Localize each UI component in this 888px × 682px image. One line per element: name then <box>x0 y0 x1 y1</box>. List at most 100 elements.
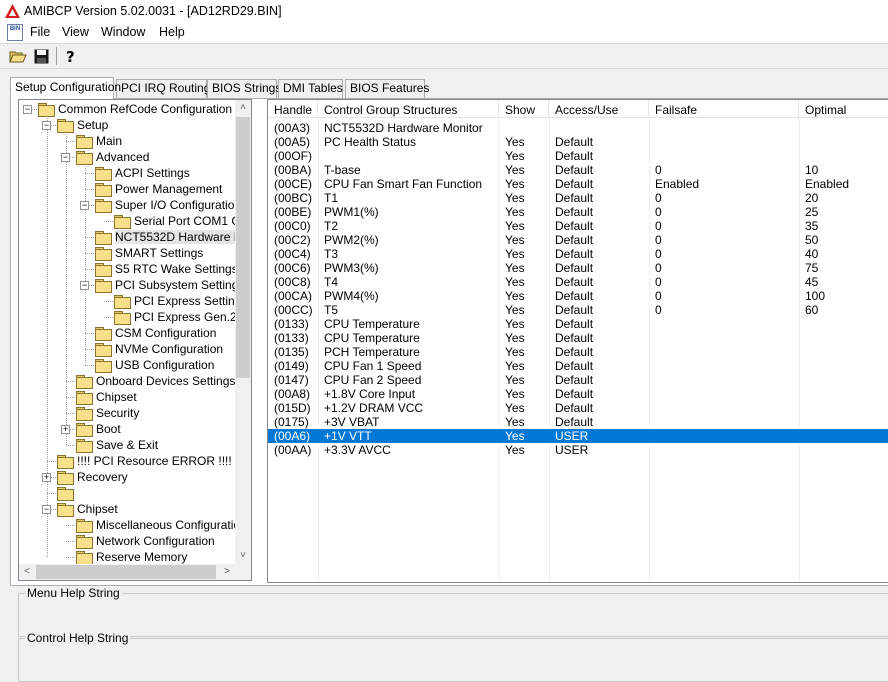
table-row[interactable]: (00BA) T-base Yes Default 0 10 <box>268 163 888 177</box>
tab-dmi-tables[interactable]: DMI Tables <box>278 79 343 98</box>
cell-optimal[interactable]: 25 <box>799 205 818 219</box>
menu-window[interactable]: Window <box>101 25 145 39</box>
cell-failsafe[interactable] <box>649 401 655 415</box>
table-row[interactable]: (00C2) PWM2(%) Yes Default 0 50 <box>268 233 888 247</box>
cell-access-use[interactable]: Default <box>549 247 593 261</box>
table-row[interactable]: (00CE) CPU Fan Smart Fan Function Yes Defau… <box>268 177 888 191</box>
cell-access-use[interactable]: Default <box>549 373 593 387</box>
cell-access-use[interactable]: Default <box>549 387 593 401</box>
table-row[interactable]: (00BC) T1 Yes Default 0 20 <box>268 191 888 205</box>
table-row[interactable]: (0175) +3V VBAT Yes Default <box>268 415 888 429</box>
cell-optimal[interactable] <box>799 135 805 149</box>
tree-item[interactable]: Setup <box>57 117 108 133</box>
table-row[interactable]: (00C4) T3 Yes Default 0 40 <box>268 247 888 261</box>
column-header-optimal[interactable]: Optimal <box>799 100 888 118</box>
cell-show[interactable]: Yes <box>499 429 525 443</box>
tree-horizontal-scrollbar[interactable]: ˂ ˃ <box>19 564 235 580</box>
cell-failsafe[interactable]: 0 <box>649 303 662 317</box>
cell-show[interactable]: Yes <box>499 177 525 191</box>
cell-show[interactable]: Yes <box>499 317 525 331</box>
cell-failsafe[interactable] <box>649 415 655 429</box>
cell-access-use[interactable]: Default <box>549 177 593 191</box>
help-button[interactable]: ? <box>59 46 81 66</box>
cell-access-use[interactable]: Default <box>549 415 593 429</box>
menu-help[interactable]: Help <box>159 25 185 39</box>
cell-optimal[interactable] <box>799 331 805 345</box>
cell-access-use[interactable]: Default <box>549 345 593 359</box>
open-button[interactable] <box>7 46 29 66</box>
table-row[interactable]: (0147) CPU Fan 2 Speed Yes Default <box>268 373 888 387</box>
cell-access-use[interactable]: Default <box>549 233 593 247</box>
cell-access-use[interactable]: Default <box>549 289 593 303</box>
column-header-failsafe[interactable]: Failsafe <box>649 100 799 118</box>
save-button[interactable] <box>30 46 52 66</box>
tab-setup-configuration[interactable]: Setup Configuration <box>10 77 121 99</box>
table-row[interactable]: (00A8) +1.8V Core Input Yes Default <box>268 387 888 401</box>
tree-item[interactable]: USB Configuration <box>95 357 214 373</box>
tree-item[interactable]: Power Management <box>95 181 222 197</box>
cell-show[interactable]: Yes <box>499 387 525 401</box>
cell-show[interactable]: Yes <box>499 359 525 373</box>
table-row[interactable]: (0133) CPU Temperature Yes Default <box>268 317 888 331</box>
tree-item[interactable]: PCI Express Settings <box>114 293 247 309</box>
cell-failsafe[interactable]: 0 <box>649 191 662 205</box>
scroll-right-icon[interactable]: ˃ <box>219 564 235 580</box>
cell-optimal[interactable]: 100 <box>799 289 825 303</box>
cell-show[interactable]: Yes <box>499 135 525 149</box>
cell-access-use[interactable] <box>549 121 555 135</box>
tree-item[interactable]: Boot <box>76 421 121 437</box>
cell-failsafe[interactable]: 0 <box>649 247 662 261</box>
cell-optimal[interactable]: 60 <box>799 303 818 317</box>
cell-access-use[interactable]: USER <box>549 443 588 457</box>
collapse-icon[interactable]: − <box>42 505 51 514</box>
column-header-handle[interactable]: Handle <box>268 100 318 118</box>
collapse-icon[interactable]: − <box>42 121 51 130</box>
tree-item[interactable]: Miscellaneous Configuration <box>76 517 247 533</box>
cell-access-use[interactable]: USER <box>549 429 588 443</box>
cell-access-use[interactable]: Default <box>549 317 593 331</box>
cell-show[interactable]: Yes <box>499 401 525 415</box>
cell-failsafe[interactable] <box>649 429 655 443</box>
cell-show[interactable]: Yes <box>499 345 525 359</box>
cell-show[interactable]: Yes <box>499 247 525 261</box>
menu-view[interactable]: View <box>62 25 89 39</box>
tree-item[interactable]: PCI Express Gen.2 Se <box>114 309 251 325</box>
collapse-icon[interactable]: − <box>80 201 89 210</box>
cell-optimal[interactable] <box>799 429 805 443</box>
cell-failsafe[interactable] <box>649 149 655 163</box>
cell-failsafe[interactable]: Enabled <box>649 177 699 191</box>
tree-item[interactable]: Advanced <box>76 149 149 165</box>
tree-vertical-scrollbar[interactable]: ˄ ˅ <box>235 100 251 564</box>
tree-item[interactable]: Common RefCode Configuration <box>38 101 232 117</box>
cell-optimal[interactable] <box>799 317 805 331</box>
table-row[interactable]: (00AA) +3.3V AVCC Yes USER <box>268 443 888 457</box>
table-row[interactable]: (00CA) PWM4(%) Yes Default 0 100 <box>268 289 888 303</box>
cell-show[interactable]: Yes <box>499 261 525 275</box>
cell-show[interactable]: Yes <box>499 275 525 289</box>
cell-access-use[interactable]: Default <box>549 149 593 163</box>
cell-show[interactable]: Yes <box>499 289 525 303</box>
cell-access-use[interactable]: Default <box>549 163 593 177</box>
table-row[interactable]: (00A6) +1V VTT Yes USER <box>268 429 888 443</box>
cell-show[interactable]: Yes <box>499 415 525 429</box>
scroll-left-icon[interactable]: ˂ <box>19 564 35 580</box>
cell-access-use[interactable]: Default <box>549 303 593 317</box>
cell-optimal[interactable] <box>799 373 805 387</box>
tree-item[interactable]: SMART Settings <box>95 245 203 261</box>
cell-show[interactable]: Yes <box>499 373 525 387</box>
cell-optimal[interactable] <box>799 387 805 401</box>
cell-show[interactable]: Yes <box>499 191 525 205</box>
cell-failsafe[interactable] <box>649 121 655 135</box>
cell-access-use[interactable]: Default <box>549 401 593 415</box>
table-row[interactable]: (015D) +1.2V DRAM VCC Yes Default <box>268 401 888 415</box>
table-row[interactable]: (00C8) T4 Yes Default 0 45 <box>268 275 888 289</box>
cell-failsafe[interactable]: 0 <box>649 261 662 275</box>
cell-show[interactable]: Yes <box>499 443 525 457</box>
tab-bios-strings[interactable]: BIOS Strings <box>207 79 281 98</box>
tree-item[interactable]: Recovery <box>57 469 128 485</box>
scroll-up-icon[interactable]: ˄ <box>235 100 251 116</box>
cell-access-use[interactable]: Default <box>549 261 593 275</box>
cell-failsafe[interactable] <box>649 359 655 373</box>
column-header-access-use[interactable]: Access/Use <box>549 100 649 118</box>
cell-failsafe[interactable] <box>649 345 655 359</box>
